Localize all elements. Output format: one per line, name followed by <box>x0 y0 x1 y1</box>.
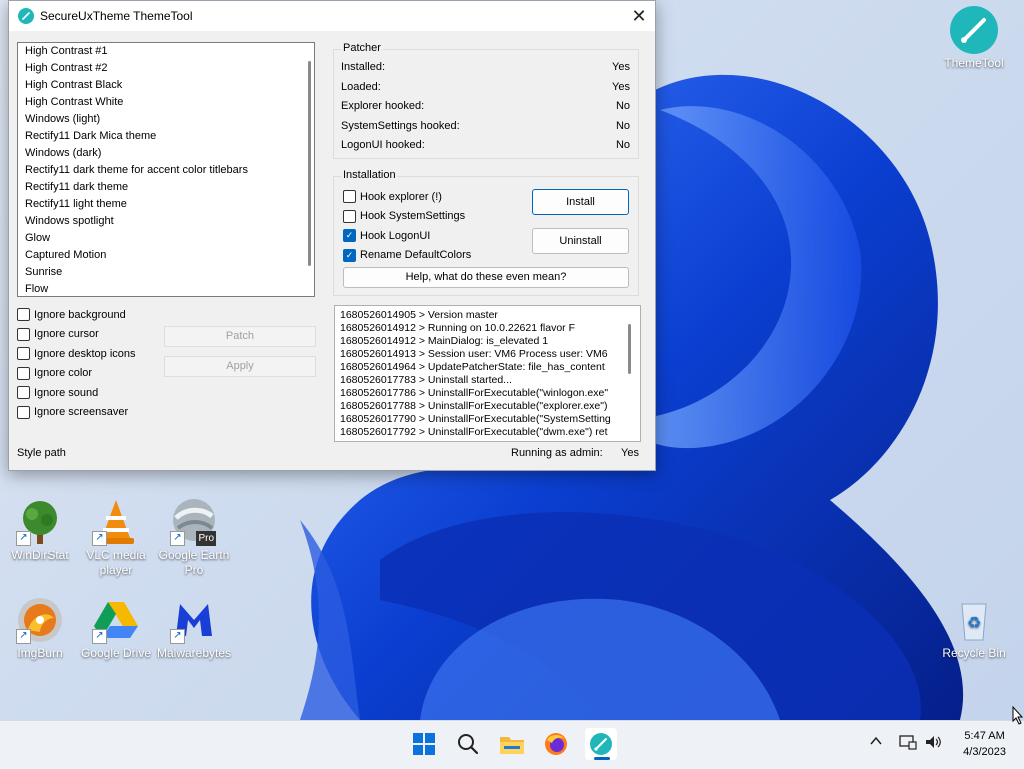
log-line: 1680526017783 > Uninstall started... <box>340 374 512 386</box>
themetool-icon <box>950 6 998 54</box>
clock-time: 5:47 AM <box>964 730 1005 742</box>
list-item[interactable]: Glow <box>18 230 314 247</box>
style-path-label: Style path <box>17 447 66 459</box>
svg-text:♻: ♻ <box>967 615 981 632</box>
desktop-icon-google-drive[interactable]: ↗ Google Drive <box>78 596 154 661</box>
list-item[interactable]: High Contrast White <box>18 94 314 111</box>
patcher-row-logonui: LogonUI hooked: No <box>341 139 630 152</box>
desktop-icon-malwarebytes[interactable]: ↗ Malwarebytes <box>156 596 232 661</box>
active-app-indicator <box>594 757 610 760</box>
hook-systemsettings-checkbox[interactable]: Hook SystemSettings <box>343 207 471 227</box>
rename-defaultcolors-checkbox[interactable]: ✓ Rename DefaultColors <box>343 246 471 266</box>
log-line: 1680526014912 > MainDialog: is_elevated … <box>340 335 549 347</box>
disc-icon: ↗ <box>16 596 64 644</box>
list-item[interactable]: Windows (light) <box>18 111 314 128</box>
log-line: 1680526017790 > UninstallForExecutable("… <box>340 413 611 425</box>
desktop-icon-vlc[interactable]: ↗ VLC media player <box>78 498 154 578</box>
list-item[interactable]: Flow <box>18 281 314 296</box>
start-icon[interactable] <box>408 728 440 760</box>
log-line: 1680526017788 > UninstallForExecutable("… <box>340 400 608 412</box>
search-icon[interactable] <box>452 728 484 760</box>
hook-logonui-checkbox[interactable]: ✓ Hook LogonUI <box>343 226 471 246</box>
log-line: 1680526014964 > UpdatePatcherState: file… <box>340 361 605 373</box>
desktop-icon-windirstat[interactable]: ↗ WinDirStat <box>2 498 78 563</box>
list-item[interactable]: Rectify11 dark theme for accent color ti… <box>18 162 314 179</box>
patcher-group: Patcher Installed: Yes Loaded: Yes Explore… <box>333 42 639 159</box>
ignore-background-checkbox[interactable]: Ignore background <box>17 305 136 325</box>
themetool-window: SecureUxTheme ThemeTool ✕ High Contrast … <box>8 0 656 471</box>
malwarebytes-icon: ↗ <box>170 596 218 644</box>
help-button[interactable]: Help, what do these even mean? <box>343 267 629 288</box>
ignore-options: Ignore background Ignore cursor Ignore d… <box>17 305 136 422</box>
network-icon[interactable] <box>899 734 917 753</box>
list-item[interactable]: High Contrast #2 <box>18 60 314 77</box>
list-item[interactable]: High Contrast #1 <box>18 43 314 60</box>
theme-list[interactable]: High Contrast #1 High Contrast #2 High C… <box>17 42 315 297</box>
vlc-cone-icon: ↗ <box>92 498 140 546</box>
list-item[interactable]: Sunrise <box>18 264 314 281</box>
mouse-cursor-icon <box>1012 705 1024 731</box>
installation-legend: Installation <box>341 169 398 181</box>
volume-icon[interactable] <box>924 734 942 753</box>
tree-icon: ↗ <box>16 498 64 546</box>
log-line: 1680526014913 > Session user: VM6 Proces… <box>340 348 608 360</box>
log-scrollbar[interactable] <box>628 324 631 374</box>
themetool-app-icon <box>18 8 34 24</box>
patcher-row-systemsettings: SystemSettings hooked: No <box>341 119 630 132</box>
install-button[interactable]: Install <box>532 189 629 215</box>
drive-icon: ↗ <box>92 596 140 644</box>
list-item[interactable]: Windows (dark) <box>18 145 314 162</box>
list-item[interactable]: Rectify11 light theme <box>18 196 314 213</box>
list-item[interactable]: High Contrast Black <box>18 77 314 94</box>
list-item[interactable]: Rectify11 Dark Mica theme <box>18 128 314 145</box>
uninstall-button[interactable]: Uninstall <box>532 228 629 254</box>
window-title: SecureUxTheme ThemeTool <box>40 9 193 23</box>
log-line: 1680526014912 > Running on 10.0.22621 fl… <box>340 322 575 334</box>
recycle-bin-icon: ♻ <box>950 596 998 644</box>
ignore-desktop-icons-checkbox[interactable]: Ignore desktop icons <box>17 344 136 364</box>
log-output[interactable]: 1680526014905 > Version master 168052601… <box>334 305 641 442</box>
checkmark-icon: ✓ <box>343 248 356 262</box>
admin-status: Running as admin: Yes <box>511 447 639 459</box>
desktop-icon-themetool[interactable]: ThemeTool <box>936 6 1012 71</box>
title-bar[interactable]: SecureUxTheme ThemeTool ✕ <box>9 1 655 31</box>
globe-icon: ↗ Pro <box>170 498 218 546</box>
list-item[interactable]: Captured Motion <box>18 247 314 264</box>
log-line: 1680526017786 > UninstallForExecutable("… <box>340 387 609 399</box>
list-item[interactable]: Windows spotlight <box>18 213 314 230</box>
clock-date: 4/3/2023 <box>963 746 1006 758</box>
desktop-icon-recycle-bin[interactable]: ♻ Recycle Bin <box>936 596 1012 661</box>
patcher-row-installed: Installed: Yes <box>341 61 630 73</box>
log-line: 1680526014905 > Version master <box>340 309 498 321</box>
themetool-taskbar-icon[interactable] <box>585 728 617 760</box>
theme-list-scrollbar[interactable] <box>308 61 311 266</box>
patch-button[interactable]: Patch <box>164 326 316 347</box>
clock[interactable]: 5:47 AM 4/3/2023 <box>963 728 1006 760</box>
desktop-icon-imgburn[interactable]: ↗ ImgBurn <box>2 596 78 661</box>
ignore-screensaver-checkbox[interactable]: Ignore screensaver <box>17 403 136 423</box>
hook-explorer-checkbox[interactable]: Hook explorer (!) <box>343 187 471 207</box>
ignore-cursor-checkbox[interactable]: Ignore cursor <box>17 325 136 345</box>
ignore-color-checkbox[interactable]: Ignore color <box>17 364 136 384</box>
checkmark-icon: ✓ <box>343 229 356 243</box>
installation-group: Installation Hook explorer (!) Hook Syst… <box>333 169 639 296</box>
patcher-legend: Patcher <box>341 42 383 54</box>
patcher-row-loaded: Loaded: Yes <box>341 80 630 93</box>
apply-button[interactable]: Apply <box>164 356 316 377</box>
close-icon[interactable]: ✕ <box>623 1 655 31</box>
desktop-icon-google-earth[interactable]: ↗ Pro Google Earth Pro <box>156 498 232 578</box>
log-line: 1680526017792 > UninstallForExecutable("… <box>340 426 608 438</box>
chevron-up-icon[interactable] <box>870 734 882 750</box>
list-item[interactable]: Rectify11 dark theme <box>18 179 314 196</box>
patcher-row-explorer: Explorer hooked: No <box>341 100 630 113</box>
file-explorer-icon[interactable] <box>496 728 528 760</box>
ignore-sound-checkbox[interactable]: Ignore sound <box>17 383 136 403</box>
firefox-icon[interactable] <box>540 728 572 760</box>
